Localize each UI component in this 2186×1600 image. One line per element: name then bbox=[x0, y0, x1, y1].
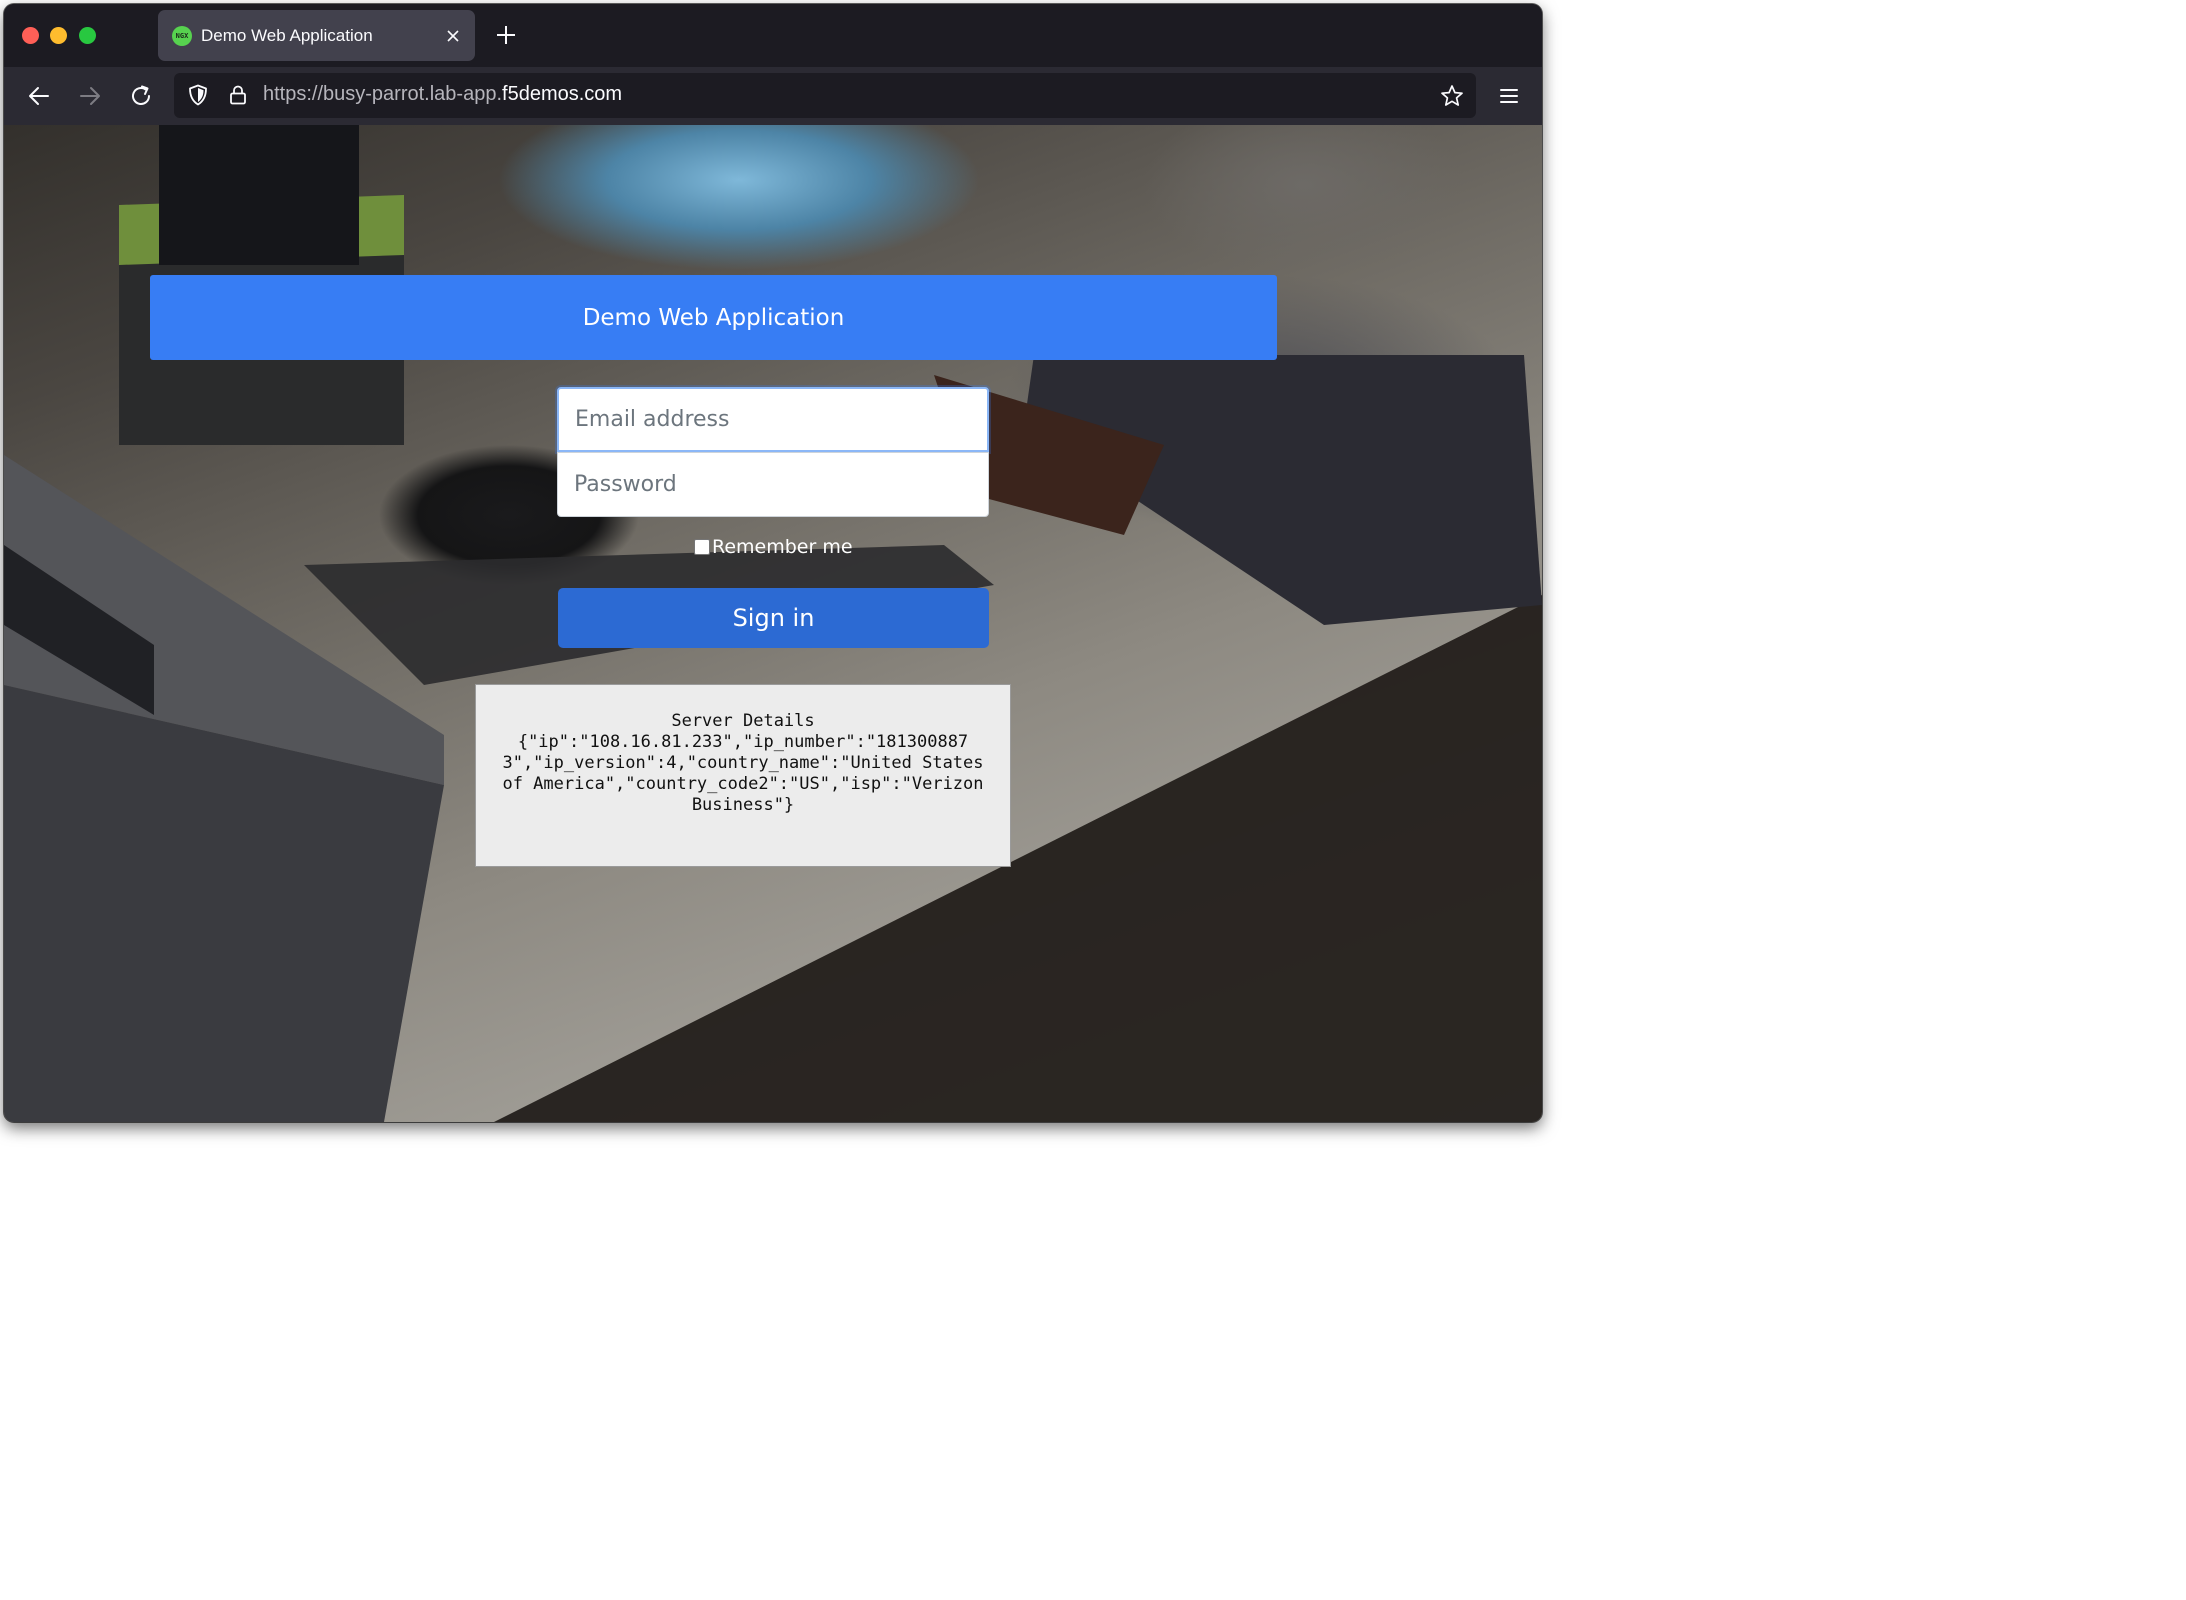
arrow-left-icon[interactable] bbox=[26, 83, 52, 109]
email-field[interactable] bbox=[557, 387, 989, 452]
arrow-right-icon[interactable] bbox=[77, 83, 103, 109]
app-title: Demo Web Application bbox=[582, 304, 845, 331]
tab-strip: NGX Demo Web Application bbox=[4, 4, 1542, 67]
maximize-window-button[interactable] bbox=[79, 27, 96, 44]
app-header: Demo Web Application bbox=[150, 275, 1277, 360]
close-icon[interactable] bbox=[442, 25, 464, 47]
star-icon[interactable] bbox=[1439, 83, 1465, 109]
remember-me-checkbox[interactable] bbox=[694, 539, 710, 555]
minimize-window-button[interactable] bbox=[50, 27, 67, 44]
sign-in-label: Sign in bbox=[732, 604, 815, 632]
shield-icon[interactable] bbox=[186, 83, 210, 107]
close-window-button[interactable] bbox=[22, 27, 39, 44]
nginx-logo-icon: NGX bbox=[172, 26, 192, 46]
sign-in-button[interactable]: Sign in bbox=[558, 588, 989, 648]
tab-title: Demo Web Application bbox=[201, 26, 373, 45]
address-bar[interactable]: https://busy-parrot.lab-app.f5demos.com bbox=[174, 73, 1476, 118]
plus-icon[interactable] bbox=[493, 22, 519, 48]
hamburger-menu-icon[interactable] bbox=[1497, 84, 1521, 108]
password-field[interactable] bbox=[557, 452, 989, 517]
page-content: Demo Web Application Remember me Sign in… bbox=[4, 125, 1542, 1122]
reload-icon[interactable] bbox=[128, 83, 154, 109]
server-details-panel: Server Details {"ip":"108.16.81.233","ip… bbox=[475, 684, 1011, 867]
browser-tab[interactable]: NGX Demo Web Application bbox=[158, 10, 475, 61]
server-details-title: Server Details bbox=[671, 711, 815, 731]
navigation-bar: https://busy-parrot.lab-app.f5demos.com bbox=[4, 67, 1542, 125]
server-details-json: {"ip":"108.16.81.233","ip_number":"18130… bbox=[502, 732, 984, 815]
remember-me-label[interactable]: Remember me bbox=[712, 536, 853, 558]
remember-me[interactable]: Remember me bbox=[694, 536, 853, 558]
lock-icon[interactable] bbox=[226, 83, 250, 107]
browser-window: NGX Demo Web Application https://busy-pa… bbox=[4, 4, 1542, 1122]
url-prefix: https://busy-parrot.lab-app. bbox=[263, 83, 503, 105]
login-form bbox=[557, 387, 989, 517]
url-domain: f5demos.com bbox=[502, 83, 623, 105]
url-text[interactable]: https://busy-parrot.lab-app.f5demos.com bbox=[263, 83, 622, 106]
